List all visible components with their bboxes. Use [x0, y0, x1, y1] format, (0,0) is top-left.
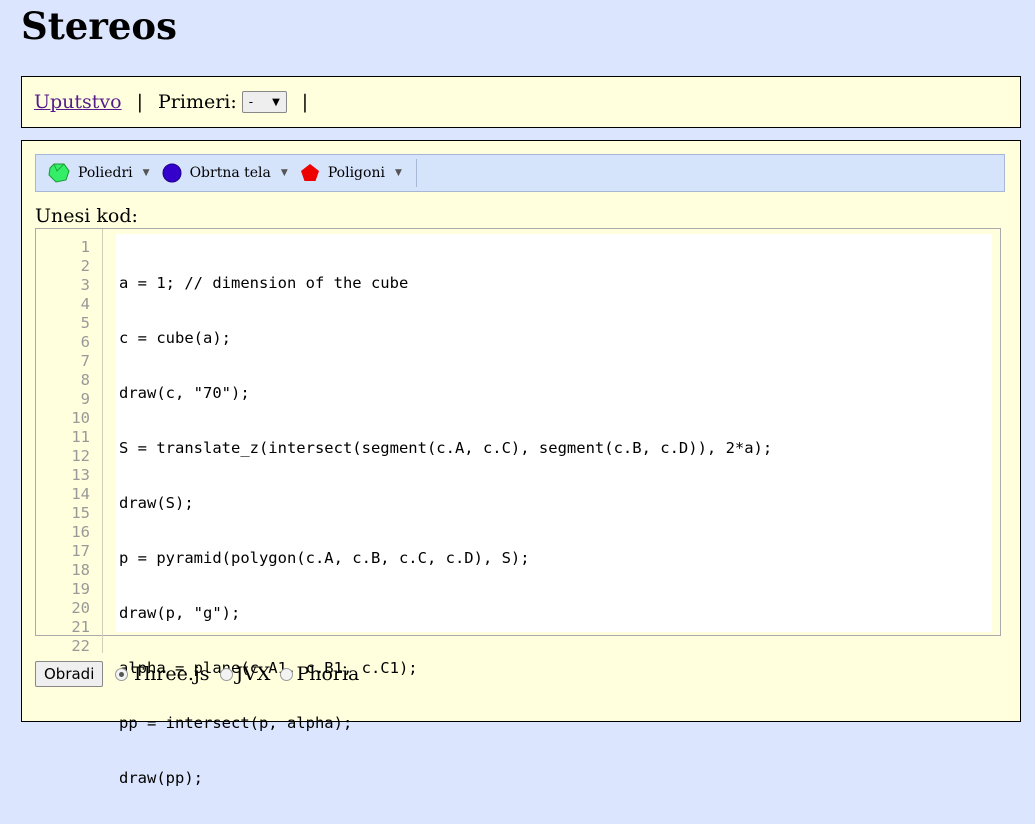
line-number: 18: [71, 561, 90, 579]
line-number: 17: [71, 542, 90, 560]
toolbar-item-label: Poliedri: [78, 165, 133, 181]
line-number: 7: [80, 352, 90, 370]
pentagon-icon: [300, 164, 319, 181]
line-number: 1: [80, 238, 90, 256]
sphere-icon: [162, 163, 182, 183]
line-number: 11: [71, 428, 90, 446]
examples-selected-value: -: [248, 95, 254, 109]
line-number: 3: [80, 276, 90, 294]
examples-label: Primeri:: [158, 91, 237, 113]
code-label: Unesi kod:: [35, 205, 138, 227]
chevron-down-icon[interactable]: ▼: [143, 168, 150, 178]
code-line: draw(c, "70");: [119, 384, 250, 402]
polyhedron-icon: [48, 163, 70, 183]
controls-row: Obradi Three.js JVX Phoria: [35, 661, 369, 687]
line-number: 8: [80, 371, 90, 389]
line-number: 13: [71, 466, 90, 484]
code-content[interactable]: a = 1; // dimension of the cube c = cube…: [119, 238, 772, 824]
line-number: 19: [71, 580, 90, 598]
line-number: 10: [71, 409, 90, 427]
chevron-down-icon[interactable]: ▼: [281, 168, 288, 178]
main-panel: Poliedri ▼ Obrtna tela ▼ Poligoni ▼ Unes…: [21, 140, 1021, 787]
line-number: 6: [80, 333, 90, 351]
code-line: draw(p, "g");: [119, 604, 241, 622]
line-number: 16: [71, 523, 90, 541]
shape-toolbar: Poliedri ▼ Obrtna tela ▼ Poligoni ▼: [35, 154, 1005, 192]
code-line: c = cube(a);: [119, 329, 231, 347]
examples-select[interactable]: - ▼: [241, 91, 287, 113]
radio-checked-icon[interactable]: [115, 667, 129, 681]
help-link[interactable]: Uputstvo: [34, 91, 122, 113]
radio-label: JVX: [235, 663, 271, 685]
line-number: 12: [71, 447, 90, 465]
toolbar-item-label: Poligoni: [327, 165, 385, 181]
line-number: 20: [71, 599, 90, 617]
page-title: Stereos: [21, 4, 177, 48]
toolbar-item-poligoni[interactable]: Poligoni ▼: [300, 163, 402, 183]
code-line: p = pyramid(polygon(c.A, c.B, c.C, c.D),…: [119, 549, 530, 567]
process-button[interactable]: Obradi: [35, 661, 104, 687]
code-line: draw(pp);: [119, 769, 203, 787]
chevron-down-icon[interactable]: ▼: [395, 168, 402, 178]
line-number: 22: [71, 637, 90, 655]
line-number-gutter: 1 2 3 4 5 6 7 8 9 10 11 12 13 14 15 16 1…: [36, 229, 103, 655]
top-nav-panel: Uputstvo | Primeri: - ▼ |: [21, 76, 1021, 128]
radio-label: Phoria: [296, 663, 360, 685]
line-number: 21: [71, 618, 90, 636]
toolbar-divider: [415, 159, 417, 187]
line-number: 15: [71, 504, 90, 522]
separator: |: [136, 91, 144, 113]
line-number: 5: [80, 314, 90, 332]
line-number: 9: [80, 390, 90, 408]
radio-unchecked-icon[interactable]: [219, 667, 233, 681]
dropdown-arrow-icon: ▼: [272, 96, 280, 108]
radio-label: Three.js: [131, 663, 210, 685]
line-number: 2: [80, 257, 90, 275]
code-line: pp = intersect(p, alpha);: [119, 714, 353, 732]
separator: |: [301, 91, 309, 113]
toolbar-item-label: Obrtna tela: [189, 165, 271, 181]
code-line: draw(S);: [119, 494, 194, 512]
radio-threejs[interactable]: Three.js: [115, 663, 210, 685]
code-line: a = 1; // dimension of the cube: [119, 274, 409, 292]
radio-unchecked-icon[interactable]: [280, 667, 294, 681]
radio-jvx[interactable]: JVX: [219, 663, 271, 685]
line-number: 4: [80, 295, 90, 313]
code-editor[interactable]: 1 2 3 4 5 6 7 8 9 10 11 12 13 14 15 16 1…: [35, 228, 1001, 787]
toolbar-item-poliedri[interactable]: Poliedri ▼: [48, 163, 150, 183]
code-line: S = translate_z(intersect(segment(c.A, c…: [119, 439, 773, 457]
toolbar-item-obrtna-tela[interactable]: Obrtna tela ▼: [162, 163, 288, 183]
radio-phoria[interactable]: Phoria: [280, 663, 359, 685]
line-number: 14: [71, 485, 90, 503]
